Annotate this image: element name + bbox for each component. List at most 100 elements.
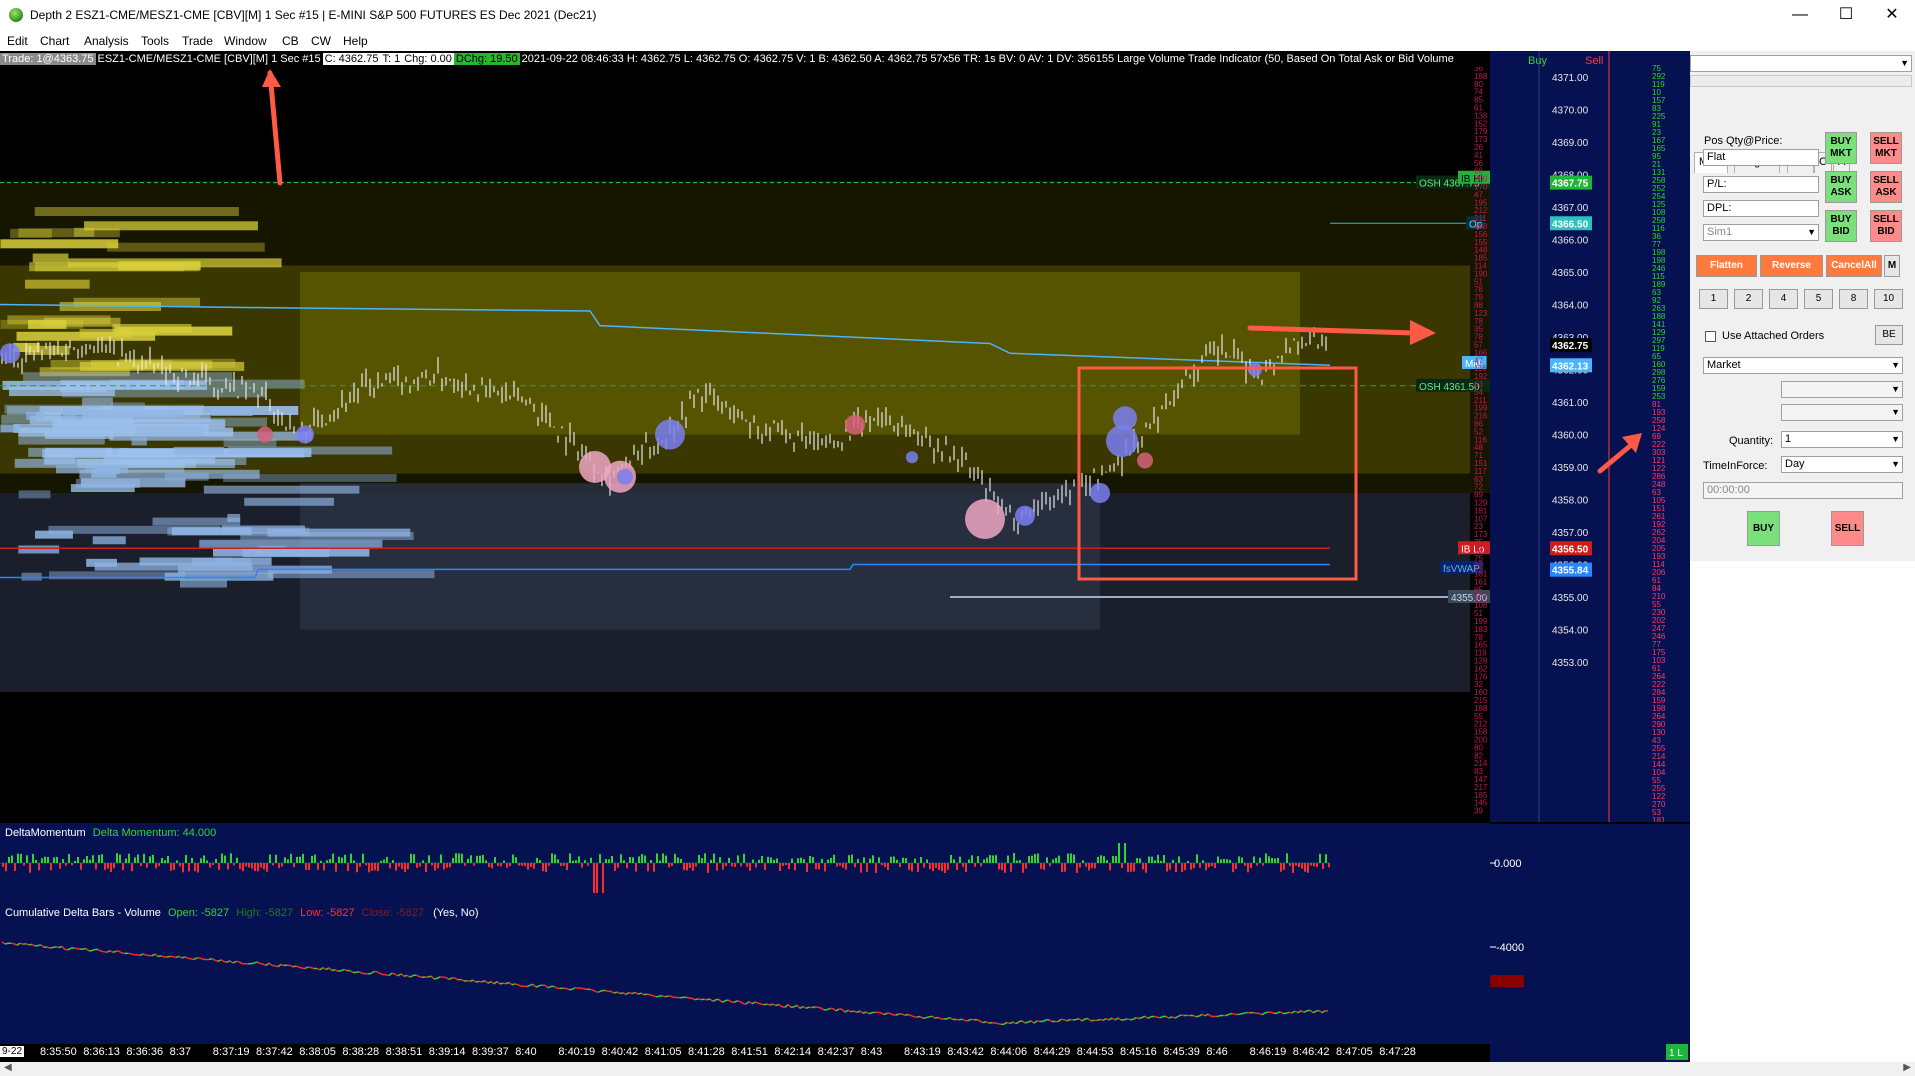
cumulative-delta-segment	[130, 953, 135, 956]
buy-bid-button[interactable]: BUY BID	[1825, 210, 1857, 242]
qty-10-button[interactable]: 10	[1874, 289, 1903, 309]
qty-4-button[interactable]: 4	[1769, 289, 1798, 309]
sell-bid-button[interactable]: SELL BID	[1870, 210, 1902, 242]
cumulative-delta-segment	[997, 1022, 1002, 1026]
good-till-time-field[interactable]: 00:00:00	[1703, 482, 1903, 499]
scroll-left-icon[interactable]: ◀	[4, 1062, 12, 1073]
delta-bar	[833, 854, 835, 863]
price-ladder[interactable]: BuySell4371.004370.004369.004368.004367.…	[1490, 51, 1690, 1062]
delta-bar	[1148, 856, 1150, 863]
menu-chart[interactable]: Chart	[40, 34, 69, 48]
main-price-chart[interactable]: OSH 4367.75 OSH 4361.50 Op Mid IB Lo fsVWAP IB…	[0, 67, 1490, 823]
price-axis-label: 4355.00	[1552, 593, 1589, 604]
menu-cw[interactable]: CW	[311, 34, 331, 48]
time-tick-label: 8:41:28	[688, 1046, 725, 1058]
close-button[interactable]: ✕	[1869, 0, 1915, 31]
maximize-button[interactable]: ☐	[1823, 0, 1869, 31]
delta-bar	[104, 863, 106, 870]
time-axis[interactable]: 9-22 8:35:50 8:36:13 8:36:36 8:37 8:37:19 8:3…	[0, 1044, 1490, 1062]
cancel-all-button[interactable]: CancelAll	[1826, 255, 1882, 277]
delta-bar	[407, 863, 409, 870]
qty-5-button[interactable]: 5	[1804, 289, 1833, 309]
m-button[interactable]: M	[1884, 255, 1900, 277]
symbol-dropdown[interactable]: ▼	[1690, 55, 1912, 72]
account-dropdown[interactable]: Sim1 ▼	[1703, 224, 1819, 241]
sell-market-button[interactable]: SELL MKT	[1870, 132, 1902, 164]
menu-help[interactable]: Help	[343, 34, 368, 48]
menu-edit[interactable]: Edit	[7, 34, 28, 48]
cumulative-delta-segment	[1147, 1016, 1152, 1020]
reverse-button[interactable]: Reverse	[1760, 255, 1823, 277]
price-axis-label: 4364.00	[1552, 301, 1589, 312]
flatten-button[interactable]: Flatten	[1696, 255, 1757, 277]
buy-market-button[interactable]: BUY MKT	[1825, 132, 1857, 164]
cumulative-delta-segment	[1159, 1015, 1164, 1019]
delta-momentum-value: Delta Momentum: 44.000	[92, 827, 217, 839]
qty-1-button[interactable]: 1	[1699, 289, 1728, 309]
cumulative-delta-segment	[1264, 1011, 1269, 1014]
large-volume-bubble	[965, 499, 1005, 539]
menu-trade[interactable]: Trade	[182, 34, 213, 48]
scroll-right-icon[interactable]: ▶	[1903, 1062, 1911, 1073]
cumulative-delta-segment	[646, 993, 651, 996]
cumulative-delta-segment	[34, 944, 39, 947]
cumulative-delta-pane[interactable]: Cumulative Delta Bars - Volume Open: -58…	[0, 903, 1490, 1044]
menu-tools[interactable]: Tools	[141, 34, 169, 48]
breakeven-button[interactable]: BE	[1875, 325, 1903, 345]
bid-liquidity-block	[23, 372, 233, 382]
qty-2-button[interactable]: 2	[1734, 289, 1763, 309]
cumulative-delta-segment	[118, 950, 123, 954]
delta-bar	[215, 859, 217, 863]
delta-bar	[1061, 863, 1063, 872]
buy-ask-button[interactable]: BUY ASK	[1825, 171, 1857, 203]
delta-bar	[371, 863, 373, 871]
quantity-field[interactable]: 1 ▼	[1781, 431, 1903, 448]
cumulative-delta-segment	[508, 981, 513, 986]
delta-bar	[863, 857, 865, 863]
delta-bar	[338, 856, 340, 863]
sell-button[interactable]: SELL	[1831, 511, 1864, 546]
delta-bar	[1097, 856, 1099, 863]
cumulative-delta-segment	[784, 1004, 789, 1008]
minimize-button[interactable]: —	[1777, 0, 1823, 31]
qty-8-button[interactable]: 8	[1839, 289, 1868, 309]
cumulative-delta-segment	[1204, 1013, 1209, 1017]
price-stepper-2[interactable]: ▼	[1781, 404, 1903, 421]
delta-momentum-pane[interactable]: DeltaMomentum Delta Momentum: 44.000	[0, 823, 1490, 903]
delta-bar	[722, 863, 724, 870]
cumulative-delta-segment	[403, 974, 408, 978]
buy-button[interactable]: BUY	[1747, 511, 1780, 546]
menu-window[interactable]: Window	[224, 34, 267, 48]
delta-bar	[785, 863, 787, 866]
cumulative-delta-segment	[697, 998, 702, 1001]
order-type-dropdown[interactable]: Market ▼	[1703, 357, 1903, 374]
price-stepper-1[interactable]: ▼	[1781, 381, 1903, 398]
delta-bar	[446, 863, 448, 868]
time-tick-label: 8:45:16	[1120, 1046, 1157, 1058]
delta-bar	[455, 853, 457, 863]
time-tick-label: 8:42:14	[774, 1046, 812, 1058]
cumulative-delta-segment	[226, 960, 231, 963]
menu-analysis[interactable]: Analysis	[84, 34, 129, 48]
horizontal-scrollbar[interactable]: ◀ ▶	[0, 1062, 1915, 1076]
use-attached-orders-checkbox[interactable]	[1705, 331, 1716, 342]
sell-ask-button[interactable]: SELL ASK	[1870, 171, 1902, 203]
menu-cb[interactable]: CB	[282, 34, 299, 48]
delta-bar	[443, 863, 445, 870]
delta-bar	[173, 863, 175, 870]
cumulative-delta-name: Cumulative Delta Bars - Volume	[5, 907, 161, 919]
time-in-force-dropdown[interactable]: Day ▼	[1781, 456, 1903, 473]
bid-liquidity-block	[164, 472, 209, 481]
cumulative-delta-segment	[880, 1012, 885, 1016]
delta-bar	[1181, 863, 1183, 873]
delta-bar	[1190, 863, 1192, 870]
delta-bar	[998, 863, 1000, 870]
bid-liquidity-block	[131, 437, 147, 446]
cumulative-delta-segment	[799, 1005, 804, 1010]
delta-momentum-title: DeltaMomentum Delta Momentum: 44.000	[5, 827, 216, 839]
delta-bar	[701, 858, 703, 863]
delta-bar	[761, 855, 763, 863]
cumulative-delta-segment	[745, 1000, 750, 1005]
depth-heatmap-canvas: OSH 4367.75OSH 4361.50OpMidIB LofsVWAPIB…	[0, 67, 1490, 823]
cumulative-delta-segment	[55, 946, 60, 949]
